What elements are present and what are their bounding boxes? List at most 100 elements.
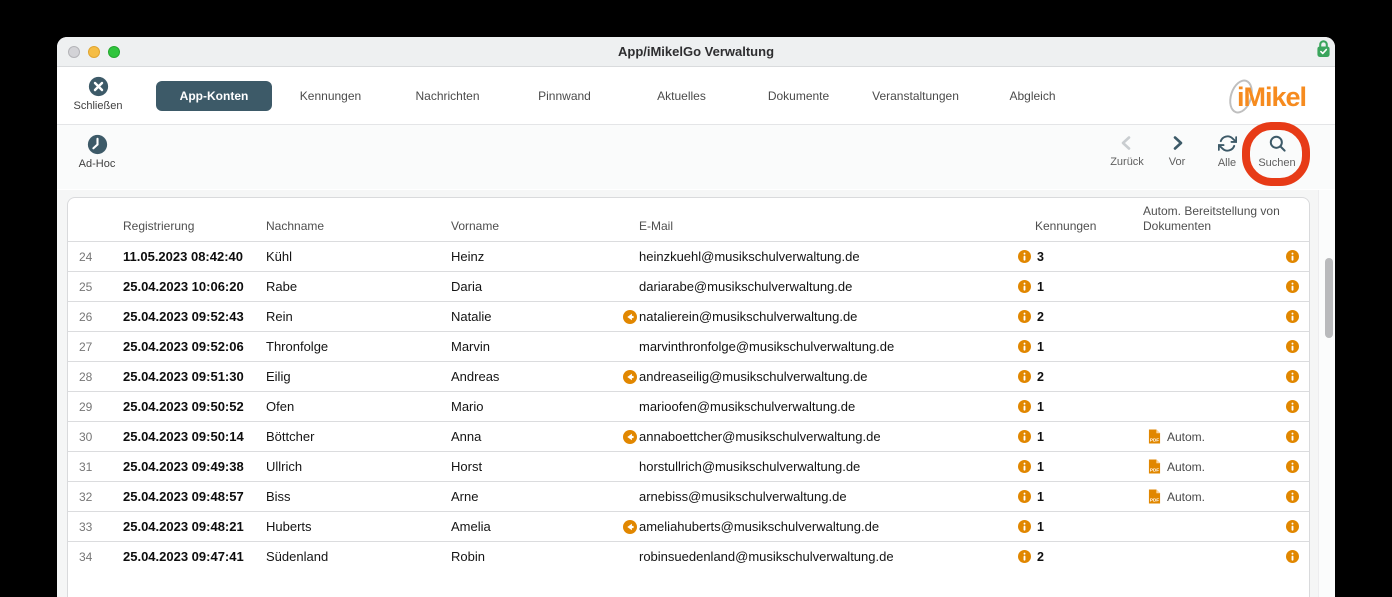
nav-button-label: Zurück [1110,156,1144,168]
cell-kennungen[interactable]: 2 [1013,550,1143,564]
info-icon[interactable] [1018,490,1031,503]
info-icon[interactable] [1018,340,1031,353]
info-icon[interactable] [1018,370,1031,383]
info-icon[interactable] [1286,400,1299,413]
info-icon[interactable] [1286,550,1299,563]
cell-row-info[interactable] [1278,340,1309,353]
info-icon[interactable] [1018,550,1031,563]
info-icon[interactable] [1018,400,1031,413]
cell-kennungen[interactable]: 2 [1013,310,1143,324]
info-icon[interactable] [1286,370,1299,383]
cell-vorname: Heinz [451,249,485,264]
cell-row-info[interactable] [1278,520,1309,533]
info-icon[interactable] [1286,250,1299,263]
table-row[interactable]: 33 25.04.2023 09:48:21 Huberts Amelia am… [68,511,1309,541]
info-icon[interactable] [1018,460,1031,473]
tab-veranstaltungen[interactable]: Veranstaltungen [857,81,974,111]
tab-kennungen[interactable]: Kennungen [272,81,389,111]
table-row[interactable]: 25 25.04.2023 10:06:20 Rabe Daria dariar… [68,271,1309,301]
nav-button-vor[interactable]: Vor [1152,134,1202,169]
cell-registrierung: 25.04.2023 09:50:14 [123,429,244,444]
nav-button-zurück[interactable]: Zurück [1102,134,1152,169]
cell-nachname: Böttcher [266,429,315,444]
tab-aktuelles[interactable]: Aktuelles [623,81,740,111]
pdf-file-icon: PDF [1148,489,1161,504]
cell-row-info[interactable] [1278,310,1309,323]
cell-row-info[interactable] [1278,550,1309,563]
row-number: 32 [79,489,93,504]
cell-vorname: Daria [451,279,483,294]
cell-nachname: Huberts [266,519,312,534]
table-row[interactable]: 27 25.04.2023 09:52:06 Thronfolge Marvin… [68,331,1309,361]
cell-kennungen[interactable]: 1 [1013,460,1143,474]
cell-kennungen[interactable]: 1 [1013,340,1143,354]
table-row[interactable]: 31 25.04.2023 09:49:38 Ullrich Horst hor… [68,451,1309,481]
cell-row-info[interactable] [1278,400,1309,413]
adhoc-button[interactable]: Ad-Hoc [69,134,125,170]
tab-nachrichten[interactable]: Nachrichten [389,81,506,111]
cell-registrierung: 25.04.2023 09:52:43 [123,309,244,324]
close-window-button[interactable] [68,46,80,58]
schliessen-button[interactable]: Schließen [71,76,125,112]
cell-row-info[interactable] [1278,370,1309,383]
cell-row-info[interactable] [1278,250,1309,263]
info-icon[interactable] [1018,430,1031,443]
cell-kennungen[interactable]: 1 [1013,400,1143,414]
table-row[interactable]: 34 25.04.2023 09:47:41 Südenland Robin r… [68,541,1309,571]
cell-email: annaboettcher@musikschulverwaltung.de [623,429,1013,444]
svg-text:PDF: PDF [1150,437,1159,442]
info-icon[interactable] [1286,490,1299,503]
nav-button-alle[interactable]: Alle [1202,134,1252,169]
email-text: ameliahuberts@musikschulverwaltung.de [639,519,880,534]
table-row[interactable]: 32 25.04.2023 09:48:57 Biss Arne arnebis… [68,481,1309,511]
cell-registrierung: 25.04.2023 09:48:57 [123,489,244,504]
cell-autom-bereitstellung: PDF Autom. [1143,459,1278,474]
email-forward-slot [623,369,639,384]
scrollbar-thumb[interactable] [1325,258,1333,338]
header-email: E-Mail [639,218,674,233]
cell-kennungen[interactable]: 1 [1013,280,1143,294]
tab-app-konten[interactable]: App-Konten [156,81,272,111]
cell-registrierung: 25.04.2023 10:06:20 [123,279,244,294]
info-icon[interactable] [1286,310,1299,323]
cell-kennungen[interactable]: 1 [1013,520,1143,534]
cell-row-info[interactable] [1278,430,1309,443]
tab-pinnwand[interactable]: Pinnwand [506,81,623,111]
table-row[interactable]: 29 25.04.2023 09:50:52 Ofen Mario marioo… [68,391,1309,421]
cell-kennungen[interactable]: 1 [1013,430,1143,444]
vertical-scrollbar[interactable] [1318,190,1335,597]
info-icon[interactable] [1286,520,1299,533]
cell-autom-bereitstellung: PDF Autom. [1143,429,1278,444]
info-icon[interactable] [1286,430,1299,443]
kennungen-count: 1 [1037,459,1044,474]
info-icon[interactable] [1018,310,1031,323]
info-icon[interactable] [1286,280,1299,293]
row-number: 26 [79,309,93,324]
cell-row-info[interactable] [1278,490,1309,503]
info-icon[interactable] [1286,460,1299,473]
info-icon[interactable] [1018,520,1031,533]
chevron-right-icon [1173,136,1183,150]
secondary-toolbar: Ad-Hoc Zurück Vor Alle Suchen [57,125,1335,189]
window-controls [68,46,120,58]
cell-kennungen[interactable]: 2 [1013,370,1143,384]
cell-row-info[interactable] [1278,280,1309,293]
info-icon[interactable] [1286,340,1299,353]
table-row[interactable]: 26 25.04.2023 09:52:43 Rein Natalie nata… [68,301,1309,331]
maximize-window-button[interactable] [108,46,120,58]
minimize-window-button[interactable] [88,46,100,58]
tab-label: App-Konten [179,89,249,103]
autom-label: Autom. [1167,459,1206,474]
info-icon[interactable] [1018,250,1031,263]
nav-button-suchen[interactable]: Suchen [1252,134,1302,169]
cell-kennungen[interactable]: 3 [1013,250,1143,264]
table-row[interactable]: 28 25.04.2023 09:51:30 Eilig Andreas and… [68,361,1309,391]
imikel-logo: iMikel [1225,76,1307,117]
tab-abgleich[interactable]: Abgleich [974,81,1091,111]
cell-row-info[interactable] [1278,460,1309,473]
info-icon[interactable] [1018,280,1031,293]
cell-kennungen[interactable]: 1 [1013,490,1143,504]
table-row[interactable]: 24 11.05.2023 08:42:40 Kühl Heinz heinzk… [68,241,1309,271]
table-row[interactable]: 30 25.04.2023 09:50:14 Böttcher Anna ann… [68,421,1309,451]
tab-dokumente[interactable]: Dokumente [740,81,857,111]
